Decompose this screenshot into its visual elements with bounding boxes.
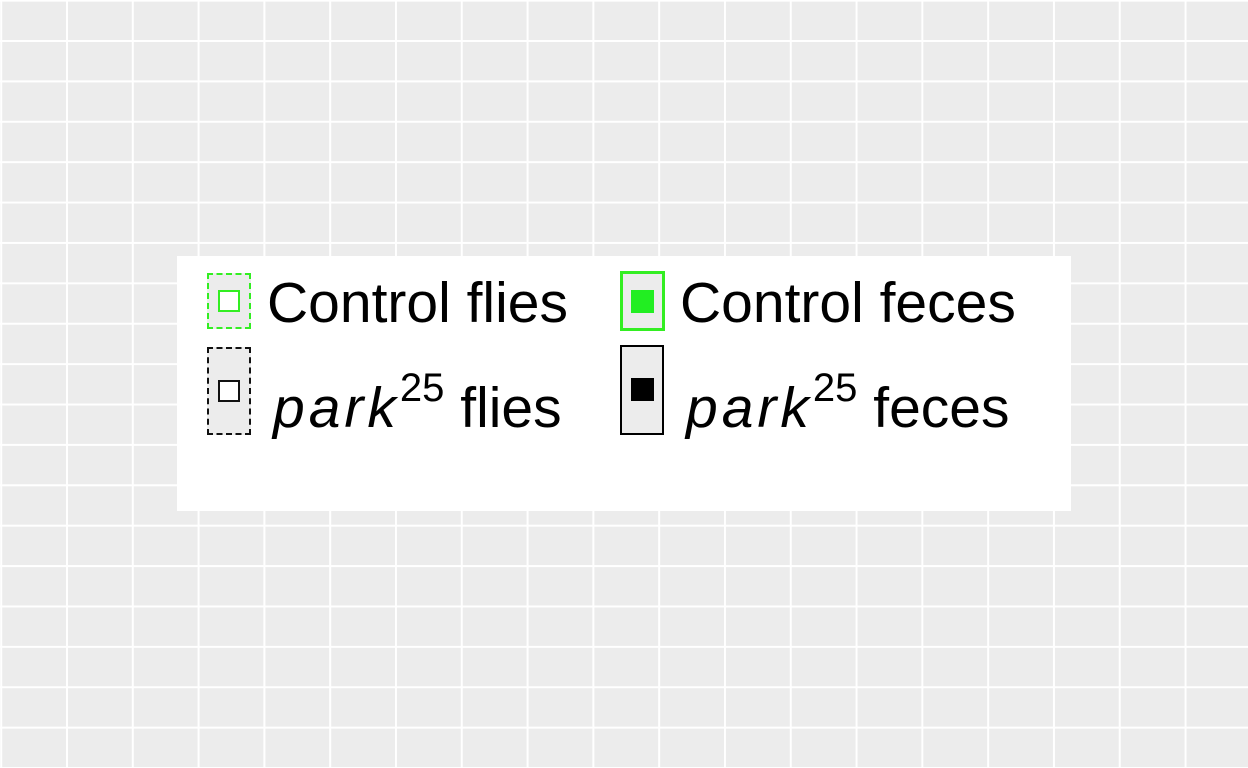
legend-label-park-feces-suffix: feces (857, 376, 1010, 440)
legend-label-park-flies-suffix: flies (444, 376, 562, 440)
legend-label-park-feces-gene: park (686, 376, 813, 440)
legend-key-control-flies (207, 273, 251, 329)
legend: Control flies Control feces park25 flies… (177, 256, 1071, 511)
legend-label-park-flies-allele: 25 (399, 366, 445, 410)
legend-label-park-feces: park25 feces (686, 368, 1009, 437)
legend-key-park-flies (207, 347, 251, 435)
legend-label-control-feces: Control feces (680, 271, 1016, 335)
legend-label-park-flies: park25 flies (273, 368, 562, 437)
legend-label-control-flies: Control flies (267, 271, 568, 335)
legend-label-park-flies-gene: park (273, 376, 400, 440)
legend-key-park-feces-marker (631, 378, 654, 401)
legend-key-control-feces (620, 271, 665, 331)
legend-key-park-feces (620, 345, 664, 435)
legend-key-control-flies-marker (218, 290, 240, 312)
legend-key-control-feces-marker (631, 290, 654, 313)
legend-key-park-flies-marker (218, 380, 240, 402)
legend-label-park-feces-allele: 25 (812, 366, 858, 410)
